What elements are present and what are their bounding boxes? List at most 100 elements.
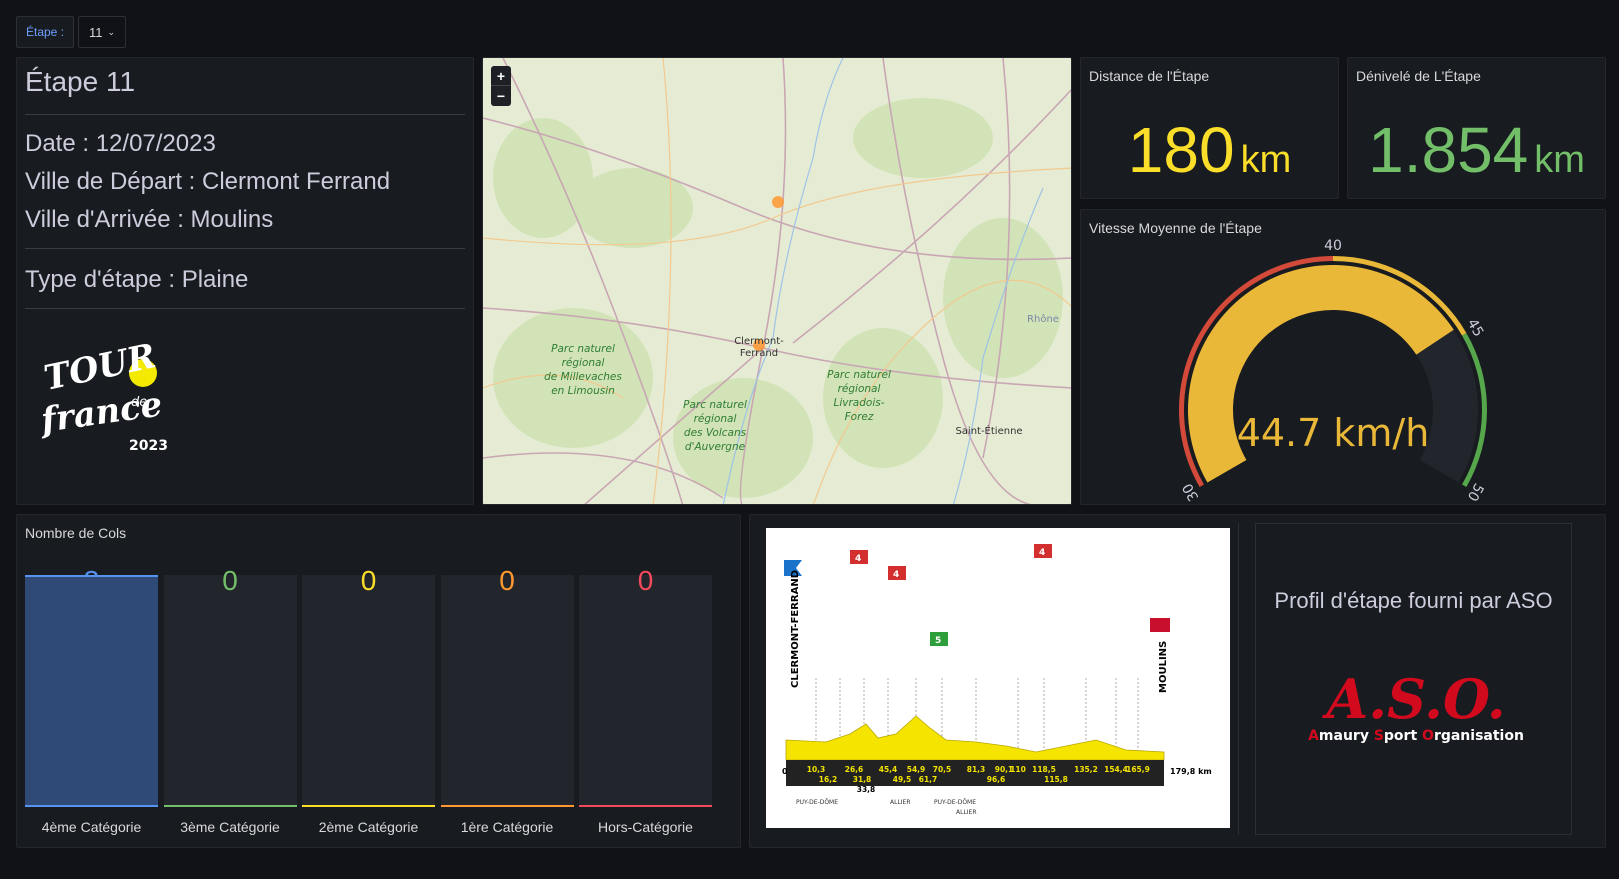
km-marker: 110 — [1010, 765, 1026, 774]
zoom-out-button[interactable]: − — [491, 86, 511, 106]
panel-title: Vitesse Moyenne de l'Étape — [1089, 220, 1262, 236]
stage-start-city: Ville de Départ : Clermont Ferrand — [25, 168, 391, 195]
km-marker: 165,9 — [1126, 765, 1150, 774]
svg-text:Ferrand: Ferrand — [740, 348, 778, 359]
col-category-label: Hors-Catégorie — [598, 819, 693, 835]
col-bar: 34ème Catégorie — [25, 565, 158, 835]
variable-label: Étape : — [16, 16, 75, 48]
km-marker: 49,5 — [893, 775, 912, 784]
svg-text:Amaury Sport Organisation: Amaury Sport Organisation — [1308, 728, 1524, 744]
tour-de-france-logo: TOUR de france 2023 — [37, 336, 179, 458]
svg-text:ALLIER: ALLIER — [956, 809, 977, 816]
svg-text:Rhône: Rhône — [1027, 313, 1059, 325]
km-marker: 70,5 — [933, 765, 952, 774]
col-category-label: 1ère Catégorie — [460, 819, 554, 835]
profile-panel: CLERMONT-FERRAND MOULINS 4 4 5 4 0 179,8… — [749, 514, 1606, 848]
zoom-in-button[interactable]: + — [491, 66, 511, 86]
km-marker: 154,4 — [1104, 765, 1128, 774]
map-label: Parc naturel — [551, 343, 615, 355]
svg-text:d'Auvergne: d'Auvergne — [685, 441, 745, 453]
km-marker: 96,6 — [987, 775, 1006, 784]
col-bar-baseline — [579, 805, 712, 807]
col-category-label: 4ème Catégorie — [41, 819, 142, 835]
svg-text:Clermont-: Clermont- — [734, 336, 784, 347]
svg-text:179,8 km: 179,8 km — [1170, 767, 1212, 776]
col-value: 0 — [360, 565, 377, 596]
col-category-label: 3ème Catégorie — [180, 819, 280, 835]
stage-profile-image: CLERMONT-FERRAND MOULINS 4 4 5 4 0 179,8… — [766, 528, 1230, 828]
svg-text:Saint-Étienne: Saint-Étienne — [955, 424, 1022, 437]
col-bar-baseline — [440, 805, 574, 807]
panel-title: Nombre de Cols — [25, 525, 127, 541]
svg-text:Parc naturel: Parc naturel — [827, 369, 891, 381]
km-marker: 81,3 — [967, 765, 986, 774]
svg-text:0: 0 — [782, 767, 788, 776]
aso-credit-box: Profil d'étape fourni par ASO A.S.O. Ama… — [1255, 523, 1572, 835]
svg-text:en Limousin: en Limousin — [551, 385, 615, 397]
etape-select[interactable]: 11 ⌄ — [78, 16, 127, 48]
col-bar: 0 Hors-Catégorie — [579, 565, 712, 835]
svg-text:33,8: 33,8 — [857, 785, 876, 794]
variable-bar: Étape : 11 ⌄ — [16, 16, 127, 48]
col-value: 0 — [499, 565, 515, 596]
elevation-unit: km — [1534, 139, 1585, 181]
svg-text:5: 5 — [935, 636, 941, 646]
distance-stat: 180 km — [1081, 113, 1338, 187]
stage-title: Étape 11 — [25, 66, 136, 97]
km-marker: 61,7 — [919, 775, 938, 784]
svg-text:CLERMONT-FERRAND: CLERMONT-FERRAND — [790, 570, 801, 688]
svg-text:A.S.O.: A.S.O. — [1321, 672, 1505, 731]
map-zoom-controls: + − — [491, 66, 511, 106]
svg-text:régional: régional — [694, 413, 737, 425]
etape-select-value: 11 — [89, 24, 103, 40]
km-marker: 115,8 — [1044, 775, 1068, 784]
svg-text:Forez: Forez — [845, 411, 874, 423]
gauge-value-text: 44.7 km/h — [1237, 411, 1430, 455]
col-bar: 0 1ère Catégorie — [440, 565, 574, 835]
svg-text:2023: 2023 — [129, 438, 168, 454]
distance-unit: km — [1240, 139, 1292, 181]
svg-text:4: 4 — [855, 554, 861, 564]
col-bar: 0 3ème Catégorie — [163, 565, 297, 835]
divider — [25, 248, 465, 249]
map-canvas[interactable]: Parc naturel régional de Millevaches en … — [483, 58, 1072, 505]
svg-text:Livradois-: Livradois- — [834, 397, 885, 409]
panel-title: Distance de l'Étape — [1089, 68, 1210, 84]
speed-gauge: 3040455044.7 km/h — [1179, 238, 1487, 504]
col-category-label: 2ème Catégorie — [318, 819, 419, 835]
col-bar-baseline — [25, 805, 158, 807]
elevation-panel: Dénivelé de L'Étape 1.854 km — [1347, 57, 1606, 199]
col-value: 0 — [222, 565, 238, 596]
svg-text:des Volcans: des Volcans — [684, 427, 747, 439]
stage-info-panel: Étape 11 Date : 12/07/2023 Ville de Dépa… — [16, 57, 474, 505]
svg-text:4: 4 — [1039, 548, 1045, 558]
km-marker: 10,3 — [807, 765, 826, 774]
distance-value: 180 — [1127, 114, 1235, 186]
stage-map[interactable]: Parc naturel régional de Millevaches en … — [482, 57, 1072, 505]
svg-text:régional: régional — [838, 383, 881, 395]
km-marker: 118,5 — [1032, 765, 1056, 774]
svg-text:4: 4 — [893, 570, 899, 580]
divider — [25, 114, 465, 115]
speed-gauge-panel: Vitesse Moyenne de l'Étape 30 40 45 50 44.7 … — [1080, 209, 1606, 505]
col-value: 0 — [637, 565, 654, 596]
svg-text:Parc naturel: Parc naturel — [683, 399, 747, 411]
distance-panel: Distance de l'Étape 180 km — [1080, 57, 1339, 199]
svg-text:de Millevaches: de Millevaches — [544, 371, 622, 383]
elevation-stat: 1.854 km — [1348, 113, 1605, 187]
col-bar-baseline — [163, 805, 297, 807]
km-marker: 54,9 — [907, 765, 926, 774]
stage-date: Date : 12/07/2023 — [25, 130, 216, 157]
stage-type: Type d'étape : Plaine — [25, 266, 249, 293]
km-marker: 31,8 — [853, 775, 872, 784]
divider — [1238, 523, 1239, 835]
svg-text:régional: régional — [562, 357, 605, 369]
gauge-tick-label: 40 — [1324, 238, 1342, 254]
col-bar-fill — [25, 575, 158, 807]
aso-credit-text: Profil d'étape fourni par ASO — [1274, 588, 1553, 613]
stage-end-city: Ville d'Arrivée : Moulins — [25, 206, 274, 233]
divider — [25, 308, 465, 309]
chevron-down-icon: ⌄ — [107, 26, 116, 37]
col-bar-baseline — [302, 805, 435, 807]
km-marker: 45,4 — [879, 765, 898, 774]
